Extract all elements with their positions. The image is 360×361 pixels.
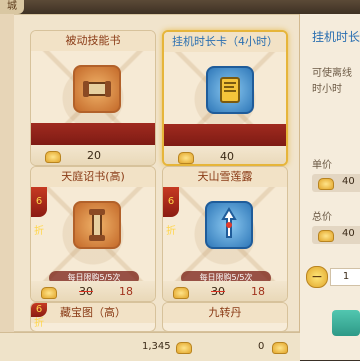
buy-button[interactable]	[332, 310, 360, 336]
left-edge-strip	[0, 14, 14, 332]
top-bar	[0, 0, 360, 14]
quantity-input[interactable]: 1	[330, 268, 360, 286]
decrease-quantity-button[interactable]: −	[306, 266, 328, 288]
potion-icon	[221, 207, 237, 238]
gold-ingot-icon	[178, 152, 194, 164]
card-art	[164, 52, 286, 146]
gold-ingot-icon	[318, 178, 334, 190]
card-price-row: 20	[31, 145, 155, 165]
tab-city[interactable]: 城	[0, 0, 24, 14]
card-title: 九转丹	[163, 303, 287, 323]
card-price-row: 30 18	[31, 281, 155, 301]
gold-ingot-icon	[272, 342, 288, 354]
card-title: 藏宝图（高）	[31, 303, 155, 323]
shop-card-passive-skill-book[interactable]: 被动技能书 20	[30, 30, 156, 166]
card-title: 天庭诏书(高)	[31, 167, 155, 187]
card-art: 6折 每日限购5/5次	[31, 187, 155, 285]
shop-card-afk-time-card[interactable]: 挂机时长卡（4小时） 40	[162, 30, 288, 166]
gold-ingot-icon	[318, 230, 334, 242]
scroll-icon	[83, 81, 111, 97]
gold-ingot-icon	[45, 151, 61, 163]
price-bar	[164, 124, 286, 146]
total-price-label: 总价	[312, 212, 332, 223]
gold-ingot-icon	[41, 287, 57, 299]
total-price-value: 40	[342, 228, 355, 239]
discounted-price: 18	[119, 285, 133, 298]
card-art: 6折 每日限购5/5次	[163, 187, 287, 285]
price-bar	[31, 123, 155, 145]
gold-ingot-icon	[176, 342, 192, 354]
shop-card-heavenly-edict[interactable]: 天庭诏书(高) 6折 每日限购5/5次 30 18	[30, 166, 156, 302]
unit-price-value: 40	[342, 176, 355, 187]
card-art	[31, 51, 155, 145]
original-price: 30	[211, 285, 225, 298]
shop-card-nine-turn-pill[interactable]: 九转丹	[162, 302, 288, 332]
scroll-icon	[89, 209, 105, 241]
unit-price-label: 单价	[312, 160, 332, 171]
card-icon	[220, 77, 240, 103]
card-price: 40	[220, 150, 234, 163]
original-price: 30	[79, 285, 93, 298]
card-price-row: 40	[164, 146, 286, 164]
discount-tag: 6折	[163, 187, 179, 237]
unit-price-box: 40	[312, 174, 360, 192]
shop-card-snow-lotus-dew[interactable]: 天山雪莲露 6折 每日限购5/5次 30 18	[162, 166, 288, 302]
item-frame	[73, 201, 121, 249]
selected-item-title: 挂机时长	[312, 30, 360, 44]
currency-gold-amount-2: 0	[258, 341, 265, 352]
discounted-price: 18	[251, 285, 265, 298]
currency-gold-amount: 1,345	[142, 341, 171, 352]
item-frame	[73, 65, 121, 113]
panel-divider	[299, 14, 300, 332]
card-price: 20	[87, 149, 101, 162]
card-title: 挂机时长卡（4小时）	[164, 32, 286, 52]
shop-card-treasure-map[interactable]: 藏宝图（高） 6折	[30, 302, 156, 332]
selected-item-description: 可使离线时小时	[312, 68, 352, 95]
item-frame	[205, 201, 253, 249]
card-title: 被动技能书	[31, 31, 155, 51]
total-price-box: 40	[312, 226, 360, 244]
item-frame	[206, 66, 254, 114]
discount-tag: 6折	[31, 187, 47, 237]
gold-ingot-icon	[173, 287, 189, 299]
card-title: 天山雪莲露	[163, 167, 287, 187]
card-price-row: 30 18	[163, 281, 287, 301]
